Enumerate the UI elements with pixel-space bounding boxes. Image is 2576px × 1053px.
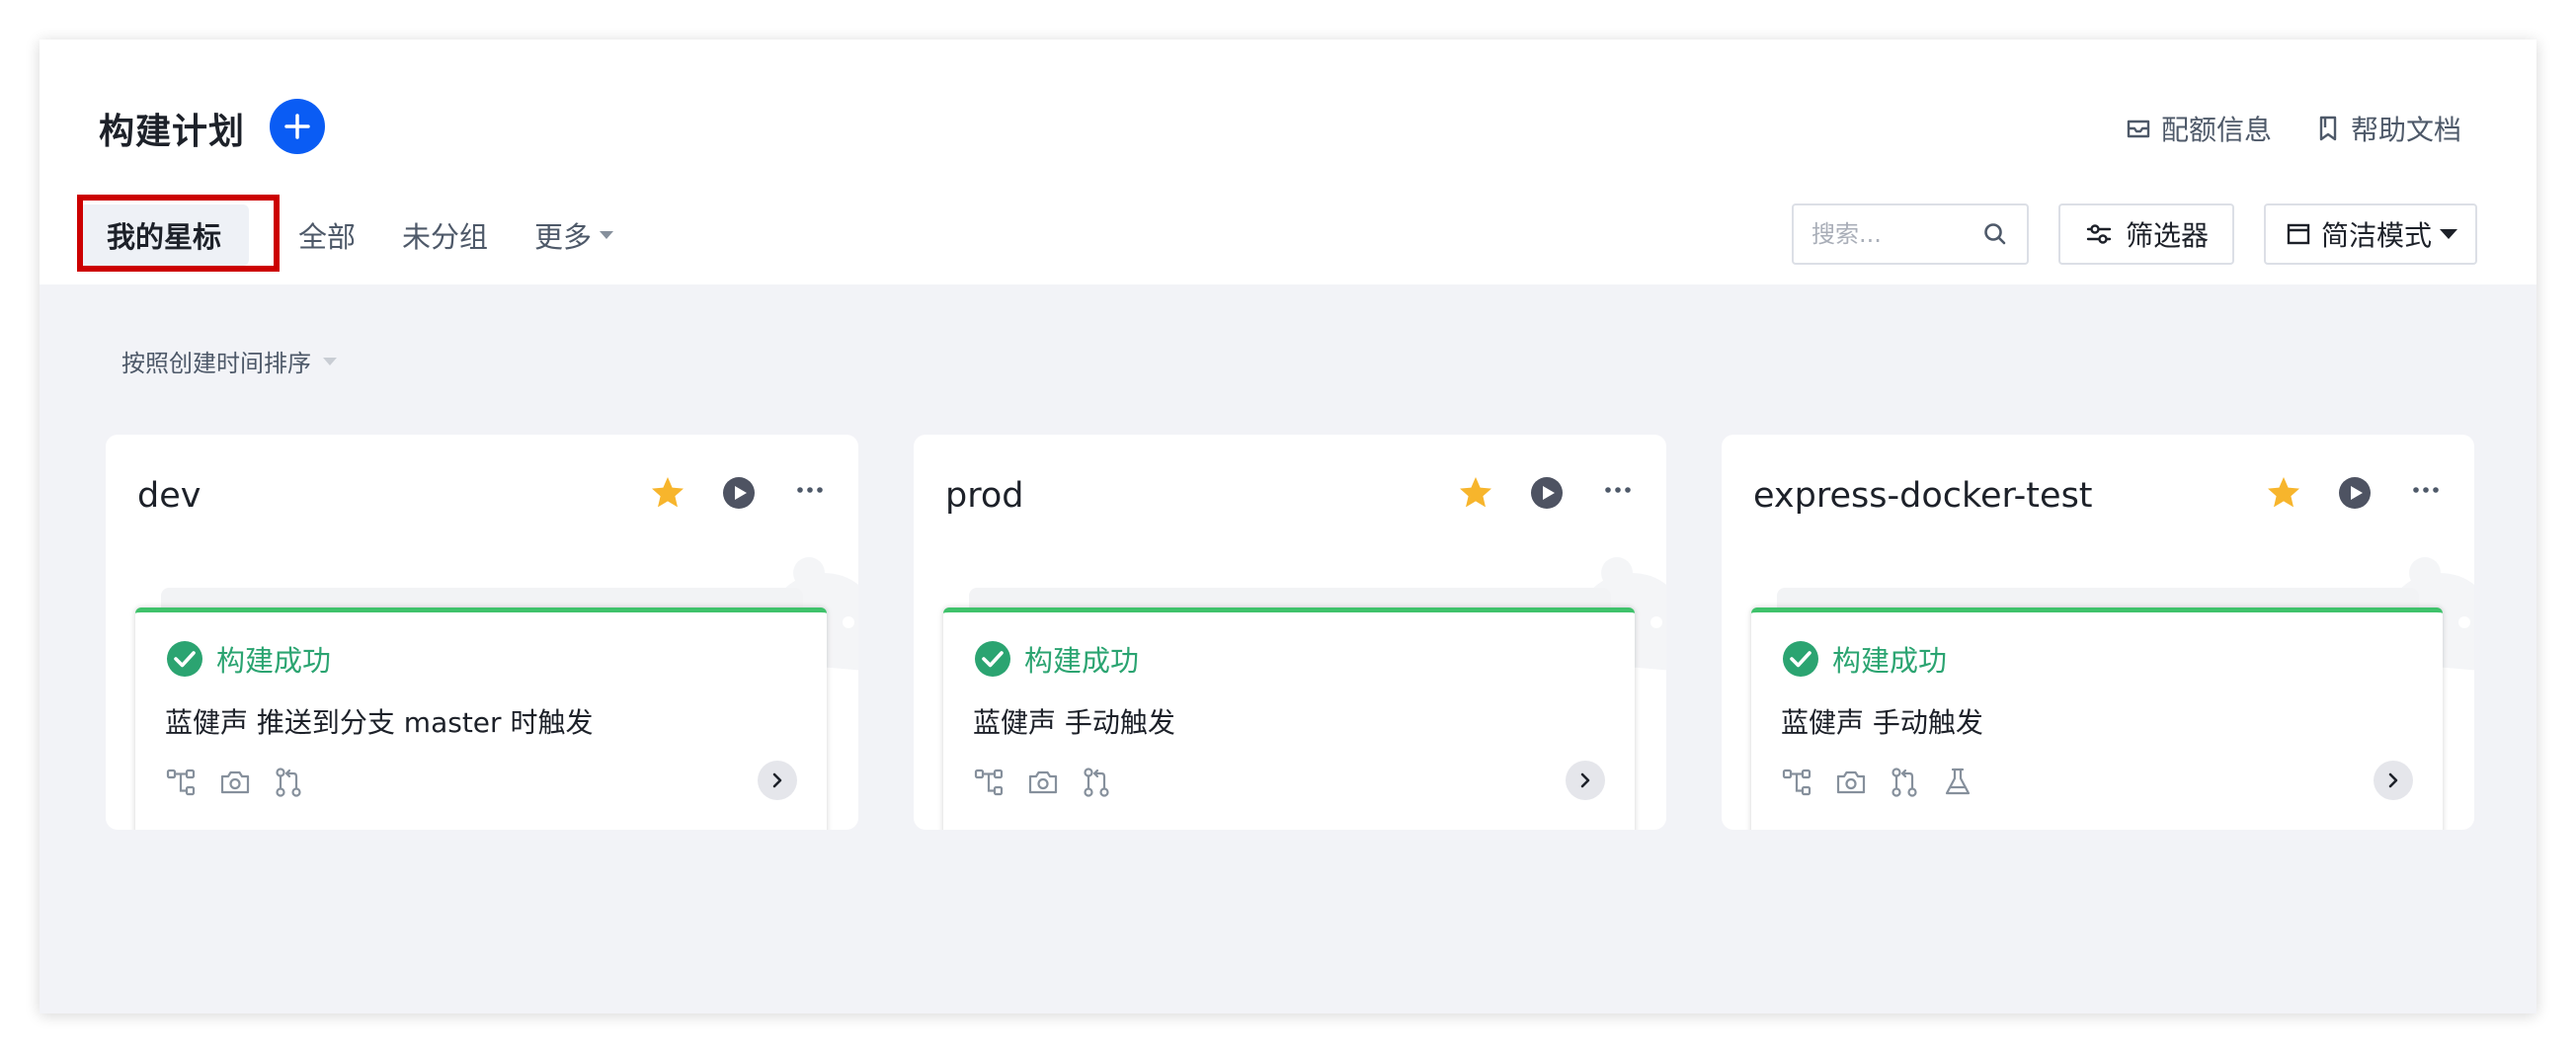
card-actions [649,474,829,512]
quota-info-label: 配额信息 [2160,114,2272,146]
plan-card[interactable]: prod 构建成功 蓝健声 手动触发 [914,435,1666,830]
tab-starred[interactable]: 我的星标 [79,204,250,266]
chevron-down-icon [2440,229,2457,239]
play-icon[interactable] [720,474,758,512]
tab-more[interactable]: 更多 [534,203,614,267]
view-mode-select[interactable]: 简洁模式 [2263,203,2477,265]
app-window: 构建计划 配额信息 帮助文档 我的星标 全部 未分组 更多 搜索... 筛选器 … [40,40,2536,1013]
flask-icon[interactable] [1941,766,1974,799]
chevron-right-icon [2388,772,2398,788]
merge-request-icon[interactable] [1080,766,1113,799]
pipeline-icon[interactable] [1781,766,1814,799]
view-mode-label: 简洁模式 [2320,219,2432,252]
search-input[interactable] [1811,220,1970,248]
page-title: 构建计划 [99,112,246,152]
help-docs-label: 帮助文档 [2350,114,2461,146]
toolbar: 筛选器 简洁模式 [1791,203,2477,265]
chevron-right-icon [772,772,782,788]
play-icon[interactable] [1528,474,1566,512]
star-icon[interactable] [649,474,686,512]
card-actions [1457,474,1637,512]
build-icons [165,766,305,799]
plans-content: 按照创建时间排序 dev 构建成功 蓝健声 推送到分支 master 时触发 p… [40,284,2536,1013]
inbox-icon [2127,120,2150,138]
more-icon[interactable] [2407,474,2445,512]
camera-icon[interactable] [1026,766,1060,799]
plan-name[interactable]: express-docker-test [1753,476,2093,516]
plan-card[interactable]: express-docker-test 构建成功 蓝健声 手动触发 [1722,435,2474,830]
tab-more-label: 更多 [534,220,593,254]
latest-build-card[interactable]: 构建成功 蓝健声 手动触发 [1751,608,2443,830]
sliders-icon [2086,224,2112,244]
build-trigger: 蓝健声 推送到分支 master 时触发 [165,706,594,739]
build-detail-button[interactable] [758,761,797,800]
plan-card[interactable]: dev 构建成功 蓝健声 推送到分支 master 时触发 [106,435,858,830]
plan-name[interactable]: prod [945,476,1023,516]
more-icon[interactable] [1599,474,1637,512]
tab-ungrouped[interactable]: 未分组 [402,203,488,267]
sort-label: 按照创建时间排序 [121,350,311,377]
build-status: 构建成功 [973,638,1139,680]
build-status-label: 构建成功 [1024,644,1140,678]
page-header: 构建计划 配额信息 帮助文档 我的星标 全部 未分组 更多 搜索... 筛选器 … [40,40,2536,284]
build-detail-button[interactable] [2374,761,2413,800]
search-box [1791,203,2029,265]
build-status-label: 构建成功 [216,644,332,678]
filter-button[interactable]: 筛选器 [2057,203,2234,265]
play-icon[interactable] [2336,474,2374,512]
plan-cards: dev 构建成功 蓝健声 推送到分支 master 时触发 prod 构建成功 … [106,435,2474,830]
build-icons [1781,766,1974,799]
card-actions [2265,474,2445,512]
merge-request-icon[interactable] [272,766,305,799]
header-links: 配额信息 帮助文档 [2124,109,2461,148]
chevron-down-icon [323,357,337,365]
build-status-label: 构建成功 [1832,644,1948,678]
star-icon[interactable] [2265,474,2302,512]
check-circle-icon [1783,641,1818,677]
build-trigger: 蓝健声 手动触发 [1781,706,1983,739]
tab-all[interactable]: 全部 [298,203,356,267]
camera-icon[interactable] [1834,766,1868,799]
latest-build-card[interactable]: 构建成功 蓝健声 推送到分支 master 时触发 [135,608,827,830]
plus-icon [284,114,310,139]
chevron-right-icon [1580,772,1590,788]
build-status: 构建成功 [165,638,331,680]
more-icon[interactable] [791,474,829,512]
pipeline-icon[interactable] [165,766,199,799]
chevron-down-icon [600,231,614,239]
check-circle-icon [167,641,202,677]
filter-label: 筛选器 [2125,219,2209,252]
check-circle-icon [975,641,1010,677]
merge-request-icon[interactable] [1888,766,1921,799]
build-status: 构建成功 [1781,638,1947,680]
build-trigger: 蓝健声 手动触发 [973,706,1175,739]
build-icons [973,766,1113,799]
plan-name[interactable]: dev [137,476,201,516]
add-plan-button[interactable] [270,99,325,154]
help-docs-link[interactable]: 帮助文档 [2313,109,2461,148]
window-icon [2287,223,2310,245]
star-icon[interactable] [1457,474,1494,512]
bookmark-icon [2319,116,2337,141]
plan-tabs: 我的星标 全部 未分组 更多 [79,203,614,267]
pipeline-icon[interactable] [973,766,1006,799]
quota-info-link[interactable]: 配额信息 [2124,109,2272,148]
sort-select[interactable]: 按照创建时间排序 [121,344,337,378]
build-detail-button[interactable] [1566,761,1605,800]
search-icon[interactable] [1981,220,2009,248]
camera-icon[interactable] [218,766,252,799]
latest-build-card[interactable]: 构建成功 蓝健声 手动触发 [943,608,1635,830]
